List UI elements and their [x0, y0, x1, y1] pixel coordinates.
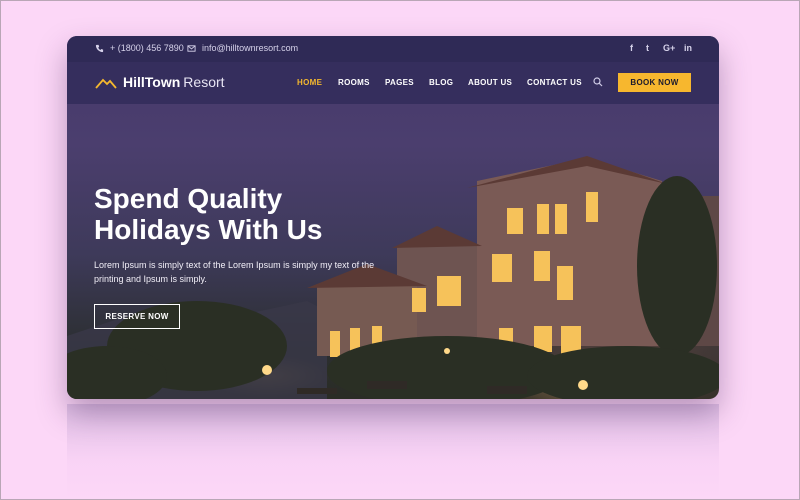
- logo-name-strong: HillTown: [123, 74, 181, 90]
- hero-title: Spend Quality Holidays With Us: [94, 183, 394, 245]
- twitter-icon[interactable]: t: [646, 43, 649, 53]
- hero-title-line-1: Spend Quality: [94, 183, 283, 214]
- nav-blog[interactable]: BLOG: [429, 78, 453, 87]
- facebook-icon[interactable]: f: [630, 43, 633, 53]
- search-icon[interactable]: [593, 77, 603, 87]
- linkedin-icon[interactable]: in: [684, 43, 692, 53]
- email-contact[interactable]: info@hilltownresort.com: [187, 43, 298, 53]
- nav-contact-us[interactable]: CONTACT US: [527, 78, 582, 87]
- site-logo[interactable]: HillTown Resort: [95, 74, 225, 92]
- card-reflection: [67, 404, 719, 500]
- mountain-logo-icon: [95, 78, 117, 89]
- logo-name-light: Resort: [183, 74, 225, 90]
- phone-contact[interactable]: + (1800) 456 7890: [95, 43, 184, 53]
- email-address: info@hilltownresort.com: [202, 43, 299, 53]
- hero-description: Lorem Ipsum is simply text of the Lorem …: [94, 260, 375, 284]
- google-plus-icon[interactable]: G+: [663, 43, 675, 53]
- nav-rooms[interactable]: ROOMS: [338, 78, 370, 87]
- hero-title-line-2: Holidays With Us: [94, 214, 323, 245]
- phone-icon: [95, 44, 104, 52]
- reserve-now-button[interactable]: RESERVE NOW: [94, 304, 180, 329]
- book-now-button[interactable]: BOOK NOW: [618, 73, 691, 92]
- website-preview-card: + (1800) 456 7890 info@hilltownresort.co…: [67, 36, 719, 399]
- nav-about-us[interactable]: ABOUT US: [468, 78, 512, 87]
- nav-home[interactable]: HOME: [297, 78, 322, 87]
- phone-number: + (1800) 456 7890: [110, 43, 184, 53]
- envelope-icon: [187, 44, 196, 52]
- nav-pages[interactable]: PAGES: [385, 78, 414, 87]
